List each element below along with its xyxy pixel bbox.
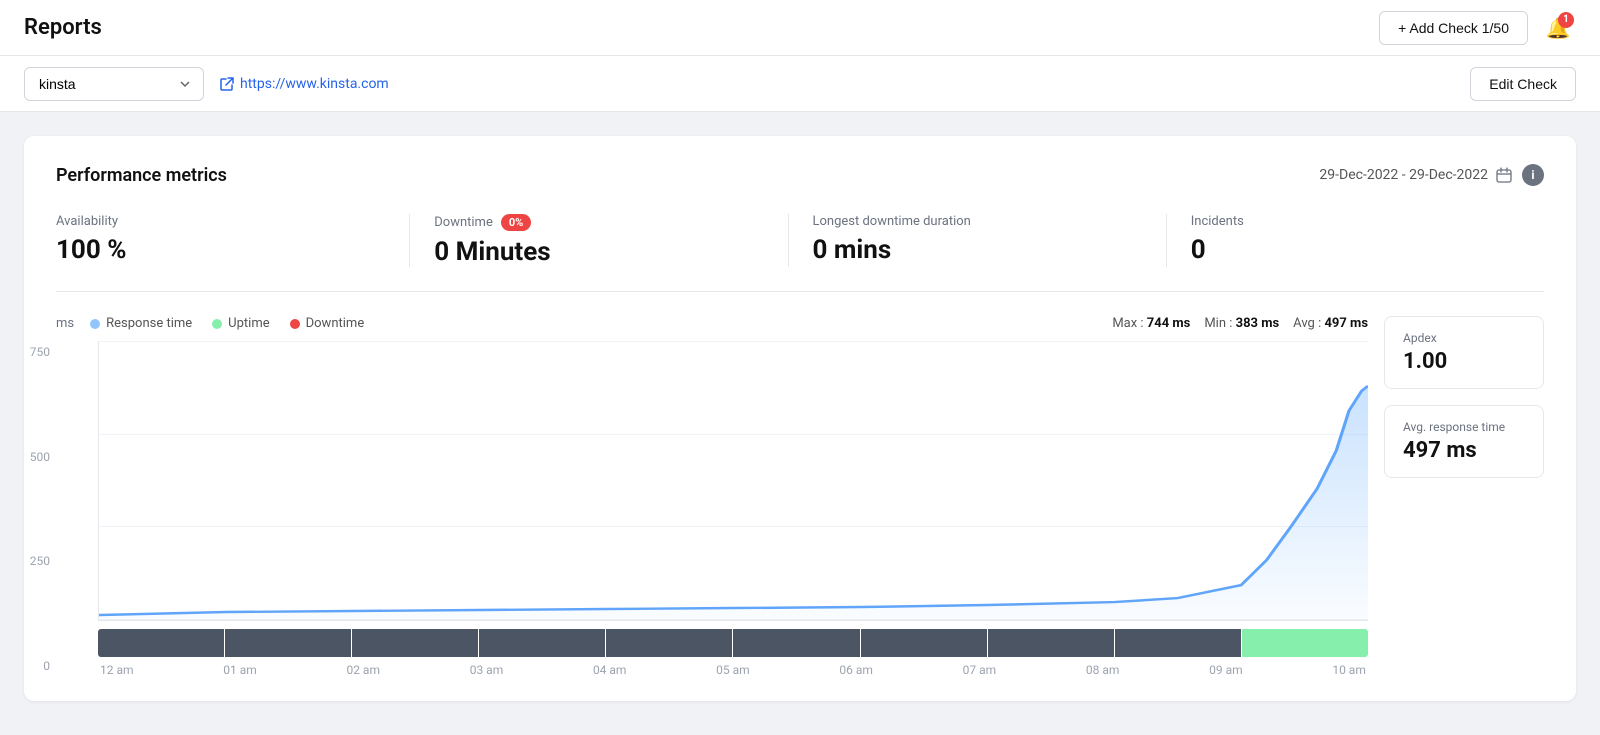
chart-legend: Response time Uptime Downtime (90, 316, 364, 331)
sub-bar: kinsta https://www.kinsta.com Edit Check (0, 56, 1600, 112)
x-label-08am: 08 am (1086, 663, 1120, 677)
stat-longest: Longest downtime duration 0 mins (789, 214, 1167, 267)
site-url-text: https://www.kinsta.com (240, 76, 389, 92)
downtime-value: 0 Minutes (434, 237, 763, 267)
site-link[interactable]: https://www.kinsta.com (220, 76, 389, 92)
x-label-09am: 09 am (1209, 663, 1243, 677)
chart-line (99, 386, 1368, 615)
downtime-label: Downtime 0% (434, 214, 763, 231)
stat-incidents: Incidents 0 (1167, 214, 1544, 267)
calendar-icon[interactable] (1496, 167, 1512, 183)
stats-row: Availability 100 % Downtime 0% 0 Minutes… (56, 214, 1544, 292)
x-label-01am: 01 am (223, 663, 257, 677)
apdex-label: Apdex (1403, 331, 1525, 345)
date-range-area: 29-Dec-2022 - 29-Dec-2022 i (1319, 164, 1544, 186)
legend-uptime: Uptime (212, 316, 269, 331)
x-label-12am: 12 am (100, 663, 134, 677)
timeline-segment-3 (352, 629, 478, 657)
timeline-segment-7 (861, 629, 987, 657)
chart-legend-row: ms Response time Uptime Downtime (56, 316, 1368, 331)
chart-side: Apdex 1.00 Avg. response time 497 ms (1384, 316, 1544, 677)
chart-main: ms Response time Uptime Downtime (56, 316, 1368, 677)
timeline-bar (98, 629, 1368, 657)
max-stat: Max : 744 ms (1112, 316, 1190, 331)
uptime-dot (212, 319, 222, 329)
info-icon[interactable]: i (1522, 164, 1544, 186)
avg-response-card: Avg. response time 497 ms (1384, 405, 1544, 478)
timeline-segment-9 (1115, 629, 1241, 657)
avg-value: 497 ms (1324, 316, 1368, 331)
stat-downtime: Downtime 0% 0 Minutes (410, 214, 788, 267)
longest-value: 0 mins (813, 235, 1142, 265)
y-label-500: 500 (20, 450, 50, 464)
downtime-badge: 0% (501, 214, 531, 231)
avg-response-label: Avg. response time (1403, 420, 1525, 434)
legend-downtime-label: Downtime (306, 316, 365, 331)
external-link-icon (220, 77, 234, 91)
top-bar: Reports + Add Check 1/50 🔔 1 (0, 0, 1600, 56)
x-label-10am: 10 am (1332, 663, 1366, 677)
timeline-segment-4 (479, 629, 605, 657)
availability-value: 100 % (56, 235, 385, 265)
min-value: 383 ms (1236, 316, 1280, 331)
y-label-250: 250 (20, 554, 50, 568)
chart-section: ms Response time Uptime Downtime (56, 316, 1544, 677)
chart-wrapper (98, 341, 1368, 621)
add-check-button[interactable]: + Add Check 1/50 (1379, 11, 1528, 45)
avg-stat: Avg : 497 ms (1293, 316, 1368, 331)
response-time-chart (99, 341, 1368, 620)
y-label-0: 0 (20, 659, 50, 673)
site-selector[interactable]: kinsta (24, 67, 204, 101)
timeline-segment-2 (225, 629, 351, 657)
apdex-value: 1.00 (1403, 349, 1525, 374)
chart-fill (99, 386, 1368, 620)
x-label-03am: 03 am (470, 663, 504, 677)
apdex-card: Apdex 1.00 (1384, 316, 1544, 389)
min-stat: Min : 383 ms (1204, 316, 1279, 331)
chart-area-wrapper: 0 250 500 750 (56, 341, 1368, 677)
metrics-header: Performance metrics 29-Dec-2022 - 29-Dec… (56, 164, 1544, 186)
legend-response-time-label: Response time (106, 316, 192, 331)
x-label-05am: 05 am (716, 663, 750, 677)
notification-bell[interactable]: 🔔 1 (1540, 10, 1576, 46)
max-value: 744 ms (1147, 316, 1191, 331)
x-axis-labels: 12 am 01 am 02 am 03 am 04 am 05 am 06 a… (98, 663, 1368, 677)
main-content: Performance metrics 29-Dec-2022 - 29-Dec… (0, 112, 1600, 725)
incidents-value: 0 (1191, 235, 1520, 265)
y-axis-label: ms (56, 316, 74, 331)
metrics-card: Performance metrics 29-Dec-2022 - 29-Dec… (24, 136, 1576, 701)
incidents-label: Incidents (1191, 214, 1520, 229)
response-time-dot (90, 319, 100, 329)
timeline-segment-1 (98, 629, 224, 657)
stat-availability: Availability 100 % (56, 214, 410, 267)
x-label-04am: 04 am (593, 663, 627, 677)
timeline-segment-5 (606, 629, 732, 657)
y-label-750: 750 (20, 345, 50, 359)
x-label-06am: 06 am (839, 663, 873, 677)
date-range-text: 29-Dec-2022 - 29-Dec-2022 (1319, 167, 1512, 183)
legend-downtime: Downtime (290, 316, 365, 331)
y-axis-labels: 0 250 500 750 (20, 341, 50, 677)
edit-check-button[interactable]: Edit Check (1470, 67, 1576, 101)
downtime-dot (290, 319, 300, 329)
availability-label: Availability (56, 214, 385, 229)
avg-response-value: 497 ms (1403, 438, 1525, 463)
timeline-segment-green (1242, 629, 1368, 657)
date-range-value: 29-Dec-2022 - 29-Dec-2022 (1319, 167, 1488, 183)
notification-badge: 1 (1558, 12, 1574, 28)
page-title: Reports (24, 15, 102, 40)
chart-stats: Max : 744 ms Min : 383 ms Avg : 497 ms (1112, 316, 1368, 331)
timeline-segment-8 (988, 629, 1114, 657)
x-label-07am: 07 am (963, 663, 997, 677)
legend-uptime-label: Uptime (228, 316, 269, 331)
sub-bar-left: kinsta https://www.kinsta.com (24, 67, 389, 101)
metrics-title: Performance metrics (56, 165, 227, 186)
top-bar-actions: + Add Check 1/50 🔔 1 (1379, 10, 1576, 46)
x-label-02am: 02 am (346, 663, 380, 677)
longest-label: Longest downtime duration (813, 214, 1142, 229)
timeline-segment-6 (733, 629, 859, 657)
legend-response-time: Response time (90, 316, 192, 331)
